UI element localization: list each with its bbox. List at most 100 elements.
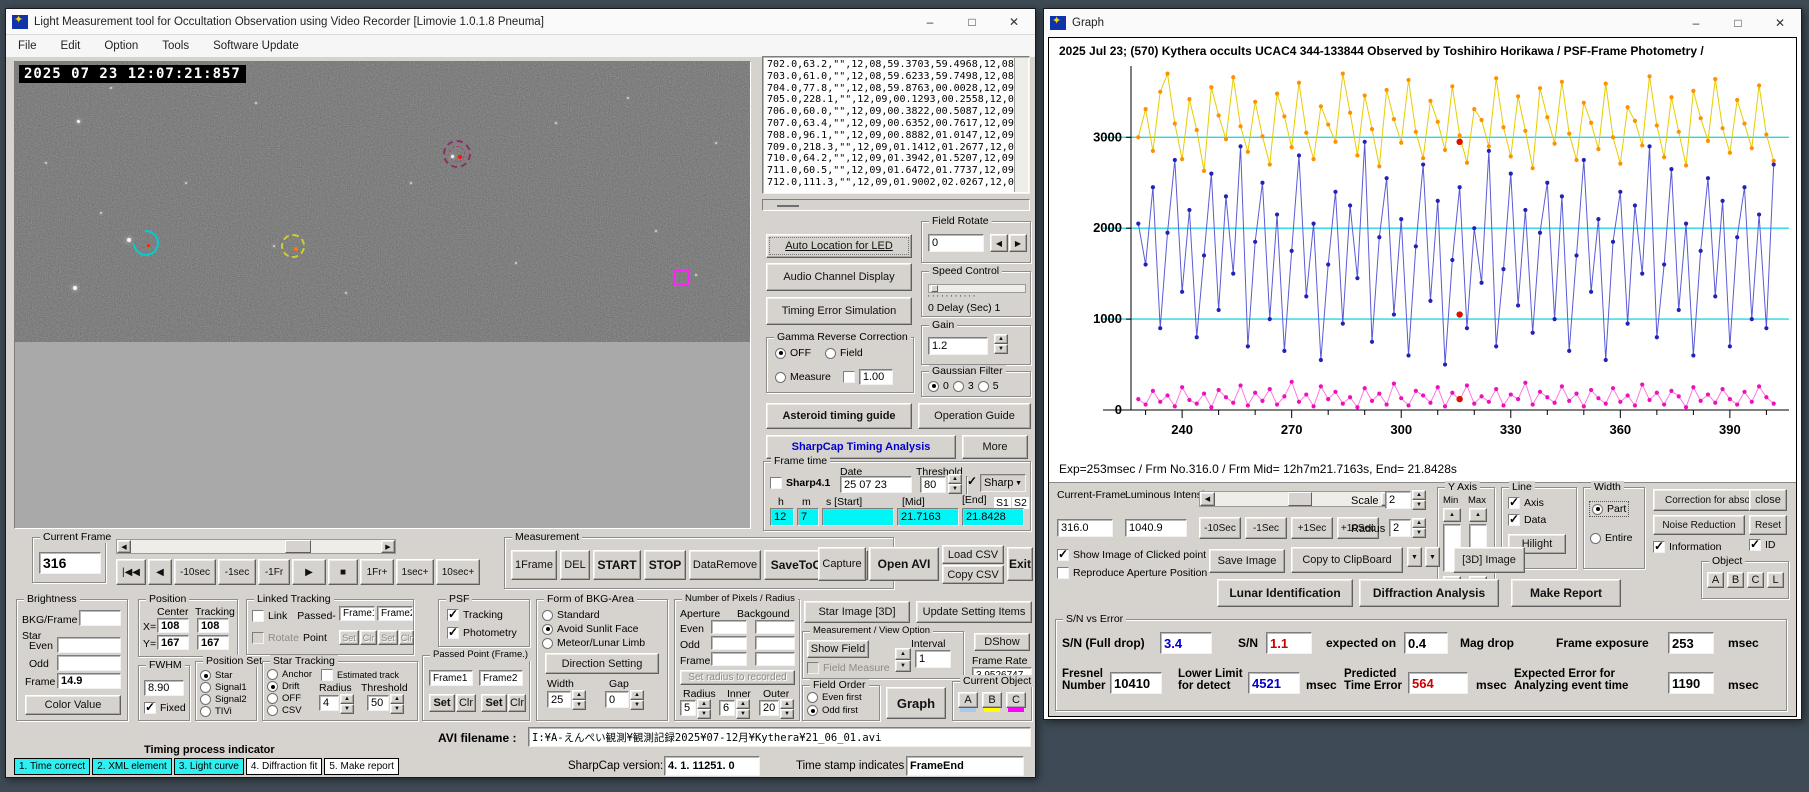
data-point[interactable] bbox=[1231, 271, 1236, 276]
transport-1sec-button[interactable]: -1sec bbox=[218, 559, 256, 585]
color-value-button[interactable]: Color Value bbox=[25, 695, 121, 715]
data-point[interactable] bbox=[1348, 395, 1353, 400]
gamma-off-radio[interactable] bbox=[775, 347, 786, 359]
scroll-right-icon[interactable]: ▶ bbox=[381, 540, 395, 553]
data-point[interactable] bbox=[1158, 89, 1163, 94]
close-icon[interactable]: ✕ bbox=[993, 9, 1035, 34]
star-odd-field[interactable] bbox=[57, 655, 121, 671]
limovie-titlebar[interactable]: Light Measurement tool for Occultation O… bbox=[6, 9, 1035, 35]
data-point[interactable] bbox=[1253, 390, 1258, 395]
data-point[interactable] bbox=[1377, 391, 1382, 396]
gamma-measure-radio[interactable] bbox=[775, 371, 786, 383]
data-point[interactable] bbox=[1421, 162, 1426, 167]
data-point[interactable] bbox=[1216, 113, 1221, 118]
passed-set2-button[interactable]: Set bbox=[481, 694, 507, 712]
audio-channel-button[interactable]: Audio Channel Display bbox=[766, 263, 912, 291]
data-point[interactable] bbox=[1596, 216, 1601, 222]
data-point[interactable] bbox=[1260, 180, 1265, 185]
data-point[interactable] bbox=[1552, 316, 1557, 322]
data-point[interactable] bbox=[1399, 140, 1404, 145]
data-point[interactable] bbox=[1713, 76, 1718, 82]
data-point[interactable] bbox=[1428, 400, 1433, 405]
reset-button[interactable]: Reset bbox=[1749, 515, 1787, 535]
data-point[interactable] bbox=[1340, 321, 1345, 326]
graph-minimize-icon[interactable]: – bbox=[1675, 9, 1717, 37]
transport-1Fr-button[interactable]: -1Fr bbox=[258, 559, 290, 585]
data-point[interactable] bbox=[1632, 403, 1638, 408]
data-point[interactable] bbox=[1508, 392, 1513, 397]
data-point[interactable] bbox=[1391, 381, 1397, 386]
data-point[interactable] bbox=[1311, 404, 1316, 409]
px-odd-ap-field[interactable] bbox=[711, 636, 747, 650]
posset-signal2-radio[interactable] bbox=[200, 694, 211, 705]
posset-signal1-radio[interactable] bbox=[200, 682, 211, 693]
data-point[interactable] bbox=[1318, 104, 1323, 109]
data-point[interactable] bbox=[1413, 388, 1418, 394]
obj-l-button[interactable]: L bbox=[1767, 572, 1784, 588]
gauss-3-radio[interactable] bbox=[952, 380, 964, 392]
data-point[interactable] bbox=[1216, 387, 1221, 393]
bkg-meteor-radio[interactable] bbox=[542, 637, 553, 649]
data-point[interactable] bbox=[1201, 168, 1207, 174]
sharp-checkbox[interactable] bbox=[966, 476, 968, 495]
data-point[interactable] bbox=[1413, 244, 1418, 249]
data-point[interactable] bbox=[1705, 392, 1711, 397]
data-point[interactable] bbox=[1238, 124, 1243, 129]
px-even-bg-field[interactable] bbox=[755, 620, 795, 634]
data-point[interactable] bbox=[1676, 129, 1681, 134]
video-frame[interactable]: 2025 07 23 12:07:21:857 bbox=[15, 62, 750, 342]
data-point[interactable] bbox=[1289, 248, 1294, 254]
data-point[interactable] bbox=[1537, 389, 1543, 394]
close-graph-button[interactable]: close bbox=[1749, 489, 1787, 511]
aperture-marker-magenta[interactable] bbox=[673, 270, 689, 286]
transport-1Fr-button[interactable]: 1Fr+ bbox=[360, 559, 394, 585]
data-point[interactable] bbox=[1274, 402, 1280, 407]
data-point[interactable] bbox=[1515, 94, 1521, 99]
trk-csv-radio[interactable] bbox=[267, 705, 278, 716]
linked-clr2-button[interactable]: Clr bbox=[399, 630, 414, 645]
current-frame-field[interactable]: 316 bbox=[39, 552, 101, 574]
dropdown2-icon[interactable]: ▼ bbox=[1425, 547, 1440, 567]
mid-field[interactable]: 21.7163 bbox=[897, 508, 959, 526]
data-point[interactable] bbox=[1735, 235, 1740, 240]
data-point[interactable] bbox=[1406, 353, 1411, 358]
data-point[interactable] bbox=[1267, 162, 1272, 167]
data-point[interactable] bbox=[1245, 403, 1250, 408]
data-point[interactable] bbox=[1610, 135, 1616, 140]
avi-filename-field[interactable]: I:¥A-えんぺい観測¥観測記録2025¥07-12月¥Kythera¥21_0… bbox=[528, 727, 1031, 747]
data-point[interactable] bbox=[1238, 383, 1243, 388]
data-point[interactable] bbox=[1464, 326, 1470, 331]
odd-first-radio[interactable] bbox=[807, 705, 818, 716]
information-checkbox[interactable] bbox=[1653, 539, 1665, 553]
data-point[interactable] bbox=[1603, 357, 1608, 363]
data-point[interactable] bbox=[1647, 74, 1652, 79]
transport-1sec-button[interactable]: 1sec+ bbox=[396, 559, 434, 585]
data-point[interactable] bbox=[1304, 392, 1309, 397]
data-point[interactable] bbox=[1589, 120, 1594, 125]
data-point[interactable] bbox=[1260, 134, 1265, 139]
graph-close-icon[interactable]: ✕ bbox=[1759, 9, 1801, 37]
px-frame-bg-field[interactable] bbox=[755, 652, 795, 666]
graph-1Sec-button[interactable]: -1Sec bbox=[1245, 517, 1287, 539]
data-point[interactable] bbox=[1442, 404, 1448, 409]
start-field[interactable] bbox=[822, 508, 894, 526]
data-point[interactable] bbox=[1450, 257, 1455, 263]
load-csv-button[interactable]: Load CSV bbox=[942, 545, 1004, 564]
data-point[interactable] bbox=[1245, 149, 1250, 154]
csv-splitter[interactable] bbox=[762, 199, 1030, 211]
graph-10Sec-button[interactable]: -10Sec bbox=[1199, 517, 1241, 539]
data-point[interactable] bbox=[1698, 248, 1703, 254]
data-point[interactable] bbox=[1603, 81, 1608, 86]
data-point[interactable] bbox=[1274, 91, 1280, 96]
gamma-field-radio[interactable] bbox=[825, 347, 836, 359]
data-point[interactable] bbox=[1348, 203, 1353, 208]
y-min-up-icon[interactable]: ▲ bbox=[1443, 508, 1461, 522]
measure-stop-button[interactable]: STOP bbox=[644, 550, 686, 580]
passed-frame1-field[interactable]: Frame1 bbox=[429, 670, 473, 686]
menu-item-software-update[interactable]: Software Update bbox=[201, 40, 311, 52]
data-point[interactable] bbox=[1282, 348, 1287, 354]
csv-scrollbar[interactable] bbox=[1014, 58, 1028, 192]
trk-drift-radio[interactable] bbox=[267, 681, 278, 692]
psf-tracking-checkbox[interactable] bbox=[447, 607, 459, 621]
data-point[interactable] bbox=[1326, 122, 1331, 127]
